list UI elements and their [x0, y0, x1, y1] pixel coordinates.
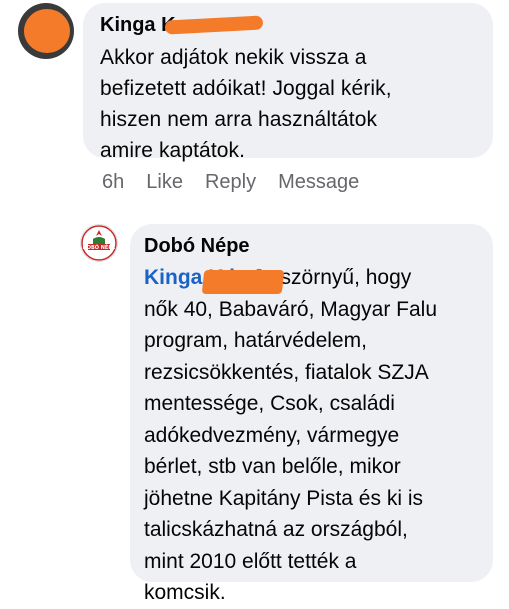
- reply-line: bérlet, stb van belőle, mikor: [144, 455, 401, 478]
- reply-bubble: Dobó Népe Kinga K is Ja szörnyű, hogy nő…: [130, 224, 493, 604]
- comment-actions: 6h Like Reply Message: [102, 168, 359, 196]
- mention-redaction: [201, 270, 285, 294]
- reply-line: mint 2010 előtt tették a: [144, 549, 357, 573]
- author-name-redaction: [164, 15, 264, 35]
- mention-link[interactable]: Kinga K is: [144, 266, 285, 294]
- svg-text:DOBÓ NÉPE: DOBÓ NÉPE: [83, 243, 116, 251]
- reply-line: program, határvédelem,: [144, 329, 367, 352]
- commenter-avatar[interactable]: [18, 3, 74, 59]
- reply-author[interactable]: Dobó Népe: [144, 232, 250, 260]
- comment-author[interactable]: Kinga K: [100, 11, 264, 39]
- reply-line: komcsik.: [144, 581, 226, 604]
- reply-line: Kinga K is Ja szörnyű, hogy: [144, 262, 479, 294]
- like-button[interactable]: Like: [146, 168, 183, 196]
- reply-line: adókedvezmény, vármegye: [144, 423, 400, 447]
- reply-line: jöhetne Kapitány Pista és ki is: [144, 486, 423, 510]
- dobo-nepe-logo-icon: DOBÓ NÉPE: [81, 225, 117, 261]
- comment-text: Akkor adjátok nekik vissza a befizetett …: [100, 46, 392, 162]
- reply-line: talicskázhatná az országból,: [144, 518, 408, 541]
- comment-bubble: Kinga K Akkor adjátok nekik vissza a bef…: [83, 3, 493, 162]
- comment-timestamp[interactable]: 6h: [102, 168, 124, 196]
- reply-line: nők 40, Babaváró, Magyar Falu: [144, 297, 437, 321]
- avatar-redaction: [24, 9, 70, 53]
- reply-line: mentessége, Csok, családi: [144, 392, 395, 415]
- reply-button[interactable]: Reply: [205, 168, 256, 196]
- reply-line: rezsicsökkentés, fiatalok SZJA: [144, 360, 429, 384]
- reply-text: Kinga K is Ja szörnyű, hogy nők 40, Baba…: [144, 262, 479, 609]
- page-avatar[interactable]: DOBÓ NÉPE: [80, 224, 118, 262]
- message-button[interactable]: Message: [278, 168, 359, 196]
